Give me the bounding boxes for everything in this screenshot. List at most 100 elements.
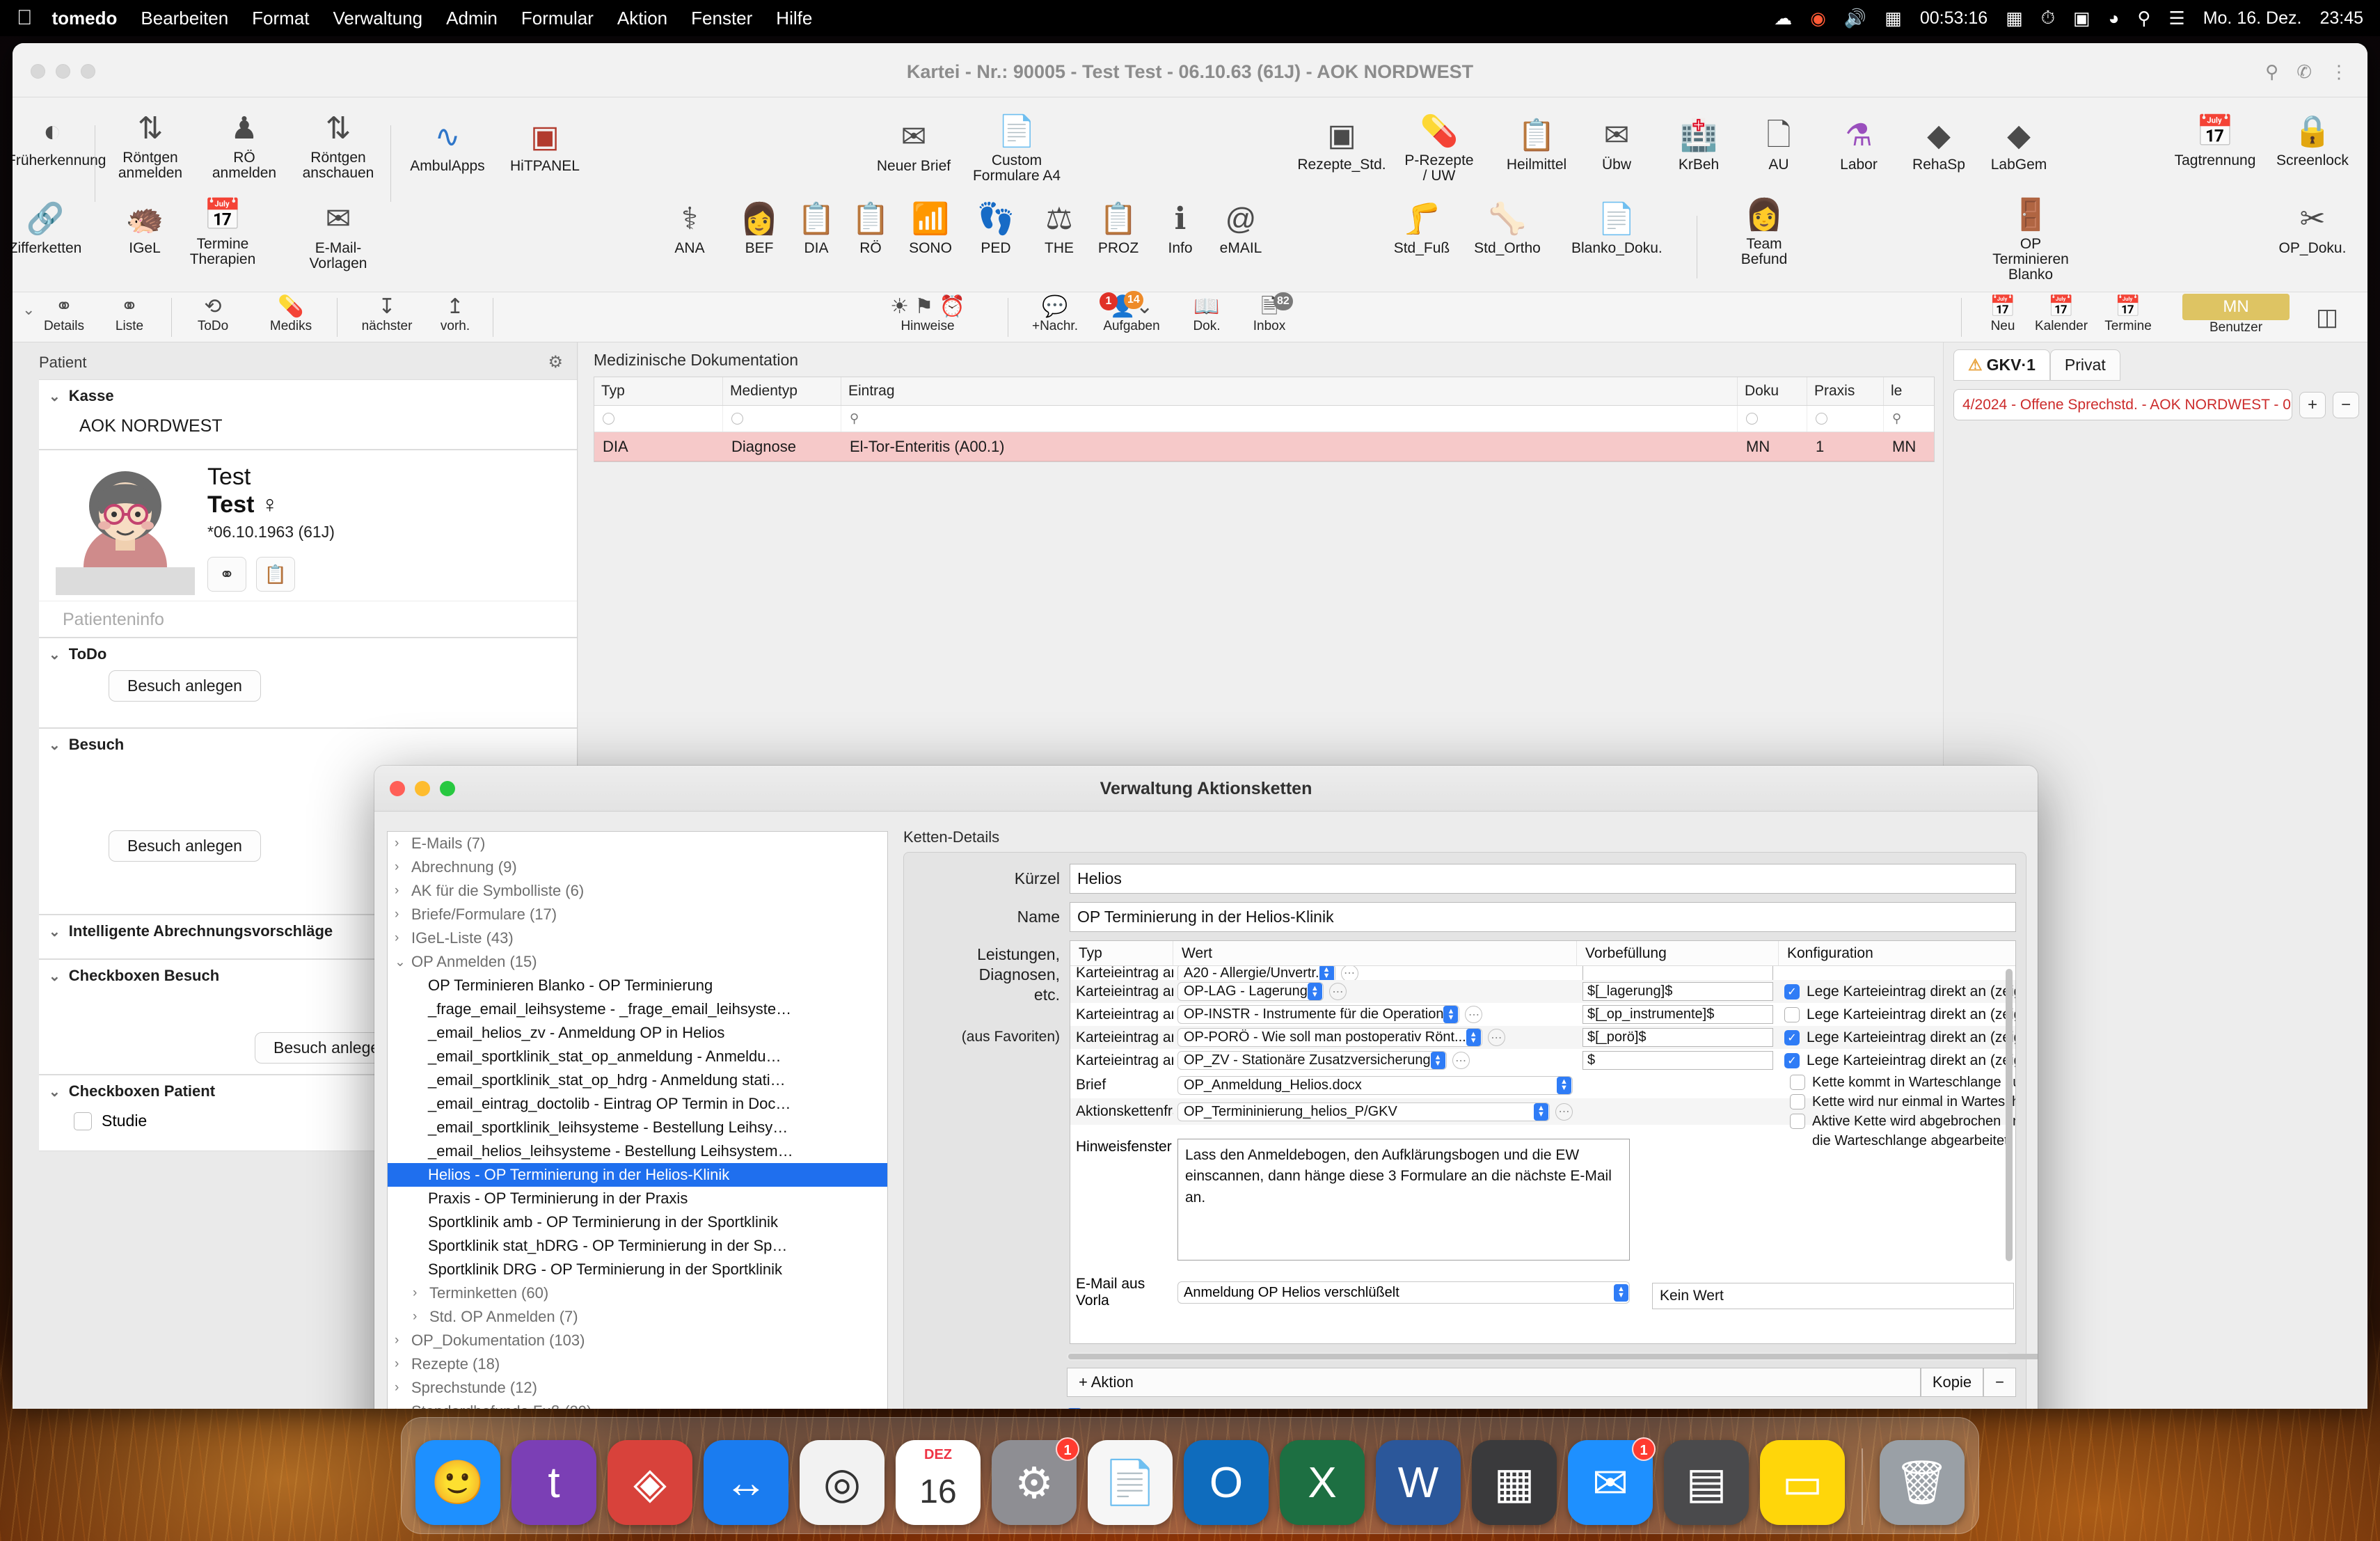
chevron-right-icon[interactable]: › [395,836,411,851]
dock-item-teamviewer[interactable]: ↔ [704,1440,788,1525]
chevron-right-icon[interactable]: › [395,1380,411,1396]
toolbar-button-op-terminieren-blanko[interactable]: 🚪 OP Terminieren Blanko [1985,196,2076,283]
grid-horizontal-scrollbar[interactable] [1067,1352,2038,1361]
vorbefuellung-field[interactable] [1582,966,1773,980]
toolbar-button-au[interactable]: 🗋 AU [1734,117,1824,173]
dialog-traffic-lights[interactable] [390,781,455,796]
hinweisfenster-textarea[interactable]: Lass den Anmeldebogen, den Aufklärungsbo… [1177,1139,1630,1261]
toolbar2-details[interactable]: ⚭ Details [31,295,97,334]
tab-privat[interactable]: Privat [2049,349,2120,381]
chevron-right-icon[interactable]: › [413,1309,429,1325]
remove-aktion-button[interactable]: − [1983,1368,2016,1397]
toolbar-button-email-vorlagen[interactable]: ✉ E-Mail-Vorlagen [293,200,383,271]
tree-item[interactable]: _frage_email_leihsysteme - _frage_email_… [388,997,887,1021]
toolbar2-neu[interactable]: 📅 Neu [1969,295,2036,334]
menu-item-formular[interactable]: Formular [521,8,594,29]
chevron-right-icon[interactable]: › [395,1404,411,1409]
toolbar2-dok[interactable]: 📖 Dok. [1173,295,1240,334]
titlebar-more-icon[interactable]: ⋮ [2330,61,2348,83]
brief-select[interactable]: OP_Anmeldung_Helios.docx ▲ ▼ [1177,1075,1573,1095]
toolbar-button-labor[interactable]: ⚗ Labor [1814,117,1904,173]
dock-item-anydesk[interactable]: ◈ [608,1440,692,1525]
menu-date[interactable]: Mo. 16. Dez. [2203,8,2302,29]
tree-group[interactable]: › Terminketten (60) [388,1281,887,1305]
stepper-icon[interactable]: ▲ ▼ [1430,1052,1445,1069]
toolbar2-benutzer[interactable]: MN Benutzer [2177,294,2295,335]
titlebar-search-icon[interactable]: ⚲ [2265,61,2278,83]
toolbar2-todo[interactable]: ⟲ ToDo [180,295,246,334]
toolbar-button-labgem[interactable]: ◆ LabGem [1974,117,2064,173]
toolbar-button-blanko-doku[interactable]: 📄 Blanko_Doku. [1571,200,1663,256]
doc-filter-row[interactable]: ⚲ ⚲ [594,406,1934,432]
tree-group[interactable]: ›Standardbefunde Fuß (29) [388,1400,887,1409]
tree-item[interactable]: _email_sportklinik_stat_op_anmeldung - A… [388,1045,887,1068]
toolbar2-termine[interactable]: 📅 Termine [2095,295,2161,334]
tree-item[interactable]: _email_eintrag_doctolib - Eintrag OP Ter… [388,1092,887,1116]
menu-item-verwaltung[interactable]: Verwaltung [333,8,423,29]
patient-card-button[interactable]: 📋 [256,557,295,592]
tree-group[interactable]: ⌄ OP Anmelden (15) [388,950,887,974]
toolbar-button-ambulapps[interactable]: ∿ AmbulApps [402,118,493,174]
apple-menu-icon[interactable]:  [17,8,33,29]
tree-group[interactable]: › IGeL-Liste (43) [388,926,887,950]
dialog-minimize-button[interactable] [415,781,430,796]
frage-select[interactable]: OP_Termininierung_helios_P/GKV ▲ ▼ [1177,1102,1550,1121]
toolbar-button-rezepte-std[interactable]: ▣ Rezepte_Std. [1296,117,1387,173]
stepper-icon[interactable]: ▲ ▼ [1614,1283,1628,1302]
chevron-right-icon[interactable]: › [413,1286,429,1301]
search-icon[interactable]: ⚲ [2137,8,2150,29]
dock-item-outlook[interactable]: O [1184,1440,1269,1525]
menu-clock[interactable]: 23:45 [2319,8,2363,29]
toolbar-button-roentgen-anmelden[interactable]: ⇅ Röntgen anmelden [105,110,196,181]
favorites-grid[interactable]: Typ Wert Vorbefüllung Konfiguration Kart… [1070,940,2016,1344]
menu-item-tomedo[interactable]: tomedo [52,8,118,29]
tree-group[interactable]: › Sprechstunde (12) [388,1376,887,1400]
chevron-right-icon[interactable]: › [395,931,411,946]
filter-search-icon[interactable]: ⚲ [850,411,859,426]
kuerzel-field[interactable]: Helios [1070,864,2016,894]
stepper-icon[interactable]: ▲ ▼ [1319,966,1334,980]
toolbar-button-roe-anmelden[interactable]: ♟ RÖ anmelden [199,110,289,181]
toolbar-button-neuer-brief[interactable]: ✉ Neuer Brief [868,118,959,174]
toolbar-button-zifferketten[interactable]: 🔗 Zifferketten [13,200,90,256]
billing-select[interactable]: 4/2024 - Offene Sprechstd. - AOK NORDWES… [1953,389,2292,420]
dialog-zoom-button[interactable] [440,781,455,796]
besuch-section-title[interactable]: ⌄ Besuch [39,729,577,761]
tree-group[interactable]: › Briefe/Formulare (17) [388,903,887,926]
kopie-aktion-button[interactable]: Kopie [1920,1368,1984,1397]
wifi-icon[interactable]: ◕ [2109,8,2120,29]
toolbar-button-heilmittel[interactable]: 📋 Heilmittel [1491,117,1582,173]
besuch-anlegen-button-besuch[interactable]: Besuch anlegen [109,830,261,862]
kette-option[interactable]: Aktive Kette wird abgebrochen und dar [1790,1114,2015,1130]
dock-item-excel[interactable]: X [1280,1440,1365,1525]
kein-wert-field[interactable]: Kein Wert [1652,1283,2014,1309]
name-field[interactable]: OP Terminierung in der Helios-Klinik [1070,902,2016,932]
kette-option-checkbox[interactable] [1790,1114,1805,1129]
patient-profile-button[interactable]: ⚭ [207,557,246,592]
kette-option-checkbox[interactable] [1790,1094,1805,1109]
konfiguration-checkbox[interactable]: ✓ [1784,1052,1800,1068]
patient-info-placeholder[interactable]: Patienteninfo [39,601,577,637]
konfiguration-checkbox[interactable]: ✓ [1784,983,1800,999]
tree-item[interactable]: _email_sportklinik_leihsysteme - Bestell… [388,1116,887,1139]
toolbar-button-std-ortho[interactable]: 🦴 Std_Ortho [1462,200,1553,256]
tree-item[interactable]: Sportklinik DRG - OP Terminierung in der… [388,1258,887,1281]
toolbar-button-team-befund[interactable]: 👩 Team Befund [1719,196,1809,267]
kette-option-checkbox[interactable] [1790,1075,1805,1090]
vorbefuellung-field[interactable]: $[_porö]$ [1582,1028,1773,1047]
chevron-right-icon[interactable]: › [395,883,411,899]
tree-item[interactable]: _email_helios_zv - Anmeldung OP in Helio… [388,1021,887,1045]
toolbar-button-roentgen-anschauen[interactable]: ⇅ Röntgen anschauen [293,110,383,181]
wert-select[interactable]: OP-INSTR - Instrumente für die Operation… [1177,1005,1460,1024]
menu-item-hilfe[interactable]: Hilfe [776,8,812,29]
tree-item[interactable]: Sportklinik amb - OP Terminierung in der… [388,1210,887,1234]
toolbar-button-uebw[interactable]: ✉ Übw [1571,117,1662,173]
toolbar-button-rehasp[interactable]: ◆ RehaSp [1894,117,1984,173]
tree-group[interactable]: › Std. OP Anmelden (7) [388,1305,887,1329]
email-vorlage-select[interactable]: Anmeldung OP Helios verschlüßelt ▲ ▼ [1177,1281,1630,1304]
menu-item-format[interactable]: Format [252,8,309,29]
toolbar-button-op-doku[interactable]: ✂ OP_Doku. [2267,200,2358,256]
toolbar2-hinweise[interactable]: ☀ ⚑ ⏰ Hinweise [848,295,1008,334]
wert-more-button[interactable]: ⋯ [1328,983,1347,1000]
table-row[interactable]: DIA Diagnose El-Tor-Enteritis (A00.1) MN… [594,432,1934,461]
